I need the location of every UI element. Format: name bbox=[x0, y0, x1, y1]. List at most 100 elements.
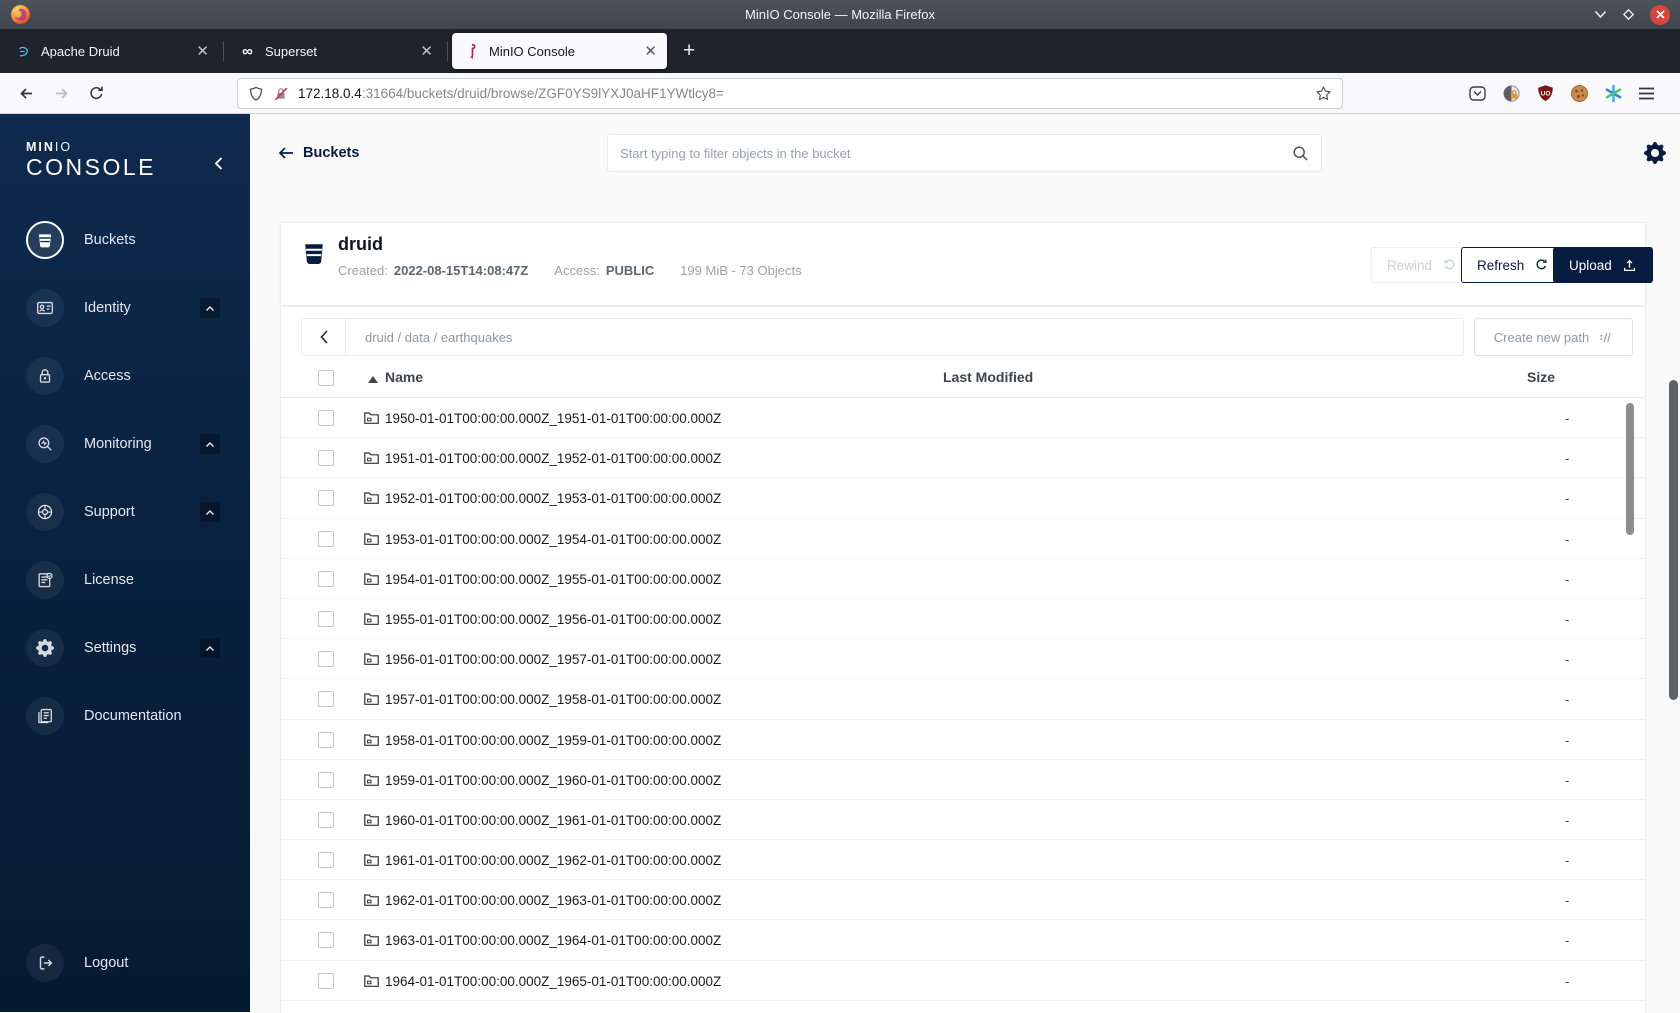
table-row[interactable]: 1964-01-01T00:00:00.000Z_1965-01-01T00:0… bbox=[281, 960, 1645, 1001]
table-row[interactable]: 1958-01-01T00:00:00.000Z_1959-01-01T00:0… bbox=[281, 719, 1645, 760]
sidebar-item-access[interactable]: Access bbox=[26, 356, 228, 396]
row-checkbox[interactable] bbox=[318, 651, 334, 668]
row-checkbox[interactable] bbox=[318, 610, 334, 627]
sidebar-collapse-icon[interactable] bbox=[213, 156, 224, 171]
row-checkbox[interactable] bbox=[318, 771, 334, 788]
hamburger-menu-icon[interactable] bbox=[1638, 86, 1655, 101]
new-tab-button[interactable]: + bbox=[683, 39, 695, 63]
object-name[interactable]: 1964-01-01T00:00:00.000Z_1965-01-01T00:0… bbox=[385, 974, 721, 989]
tab-close-icon[interactable]: ✕ bbox=[196, 44, 209, 59]
sidebar-item-monitoring[interactable]: Monitoring bbox=[26, 424, 228, 464]
window-close-icon[interactable] bbox=[1650, 4, 1670, 25]
table-row[interactable]: 1955-01-01T00:00:00.000Z_1956-01-01T00:0… bbox=[281, 598, 1645, 640]
object-name[interactable]: 1952-01-01T00:00:00.000Z_1953-01-01T00:0… bbox=[385, 491, 721, 506]
table-row[interactable]: 1953-01-01T00:00:00.000Z_1954-01-01T00:0… bbox=[281, 518, 1645, 559]
back-to-buckets-link[interactable]: Buckets bbox=[278, 145, 359, 161]
table-row[interactable]: 1962-01-01T00:00:00.000Z_1963-01-01T00:0… bbox=[281, 880, 1645, 921]
rewind-button[interactable]: Rewind bbox=[1371, 247, 1474, 283]
sparkle-extension-icon[interactable] bbox=[1604, 84, 1623, 103]
url-bar[interactable]: 172.18.0.4:31664/buckets/druid/browse/ZG… bbox=[237, 78, 1343, 109]
sidebar-item-identity[interactable]: Identity bbox=[26, 288, 228, 328]
object-name[interactable]: 1961-01-01T00:00:00.000Z_1962-01-01T00:0… bbox=[385, 853, 721, 868]
tab-superset[interactable]: ∞ Superset ✕ bbox=[228, 33, 443, 69]
pocket-extension-icon[interactable] bbox=[1468, 84, 1487, 103]
console-settings-gear-icon[interactable] bbox=[1644, 142, 1666, 164]
insecure-lock-icon[interactable] bbox=[273, 86, 289, 102]
row-checkbox[interactable] bbox=[318, 852, 334, 869]
row-checkbox[interactable] bbox=[318, 811, 334, 828]
table-row[interactable]: 1950-01-01T00:00:00.000Z_1951-01-01T00:0… bbox=[281, 398, 1645, 439]
upload-button[interactable]: Upload bbox=[1553, 247, 1653, 283]
row-checkbox[interactable] bbox=[318, 972, 334, 989]
row-checkbox[interactable] bbox=[318, 410, 334, 426]
cookie-extension-icon[interactable] bbox=[1570, 84, 1589, 103]
chevron-up-icon[interactable] bbox=[200, 434, 220, 454]
object-name[interactable]: 1963-01-01T00:00:00.000Z_1964-01-01T00:0… bbox=[385, 933, 721, 948]
row-checkbox[interactable] bbox=[318, 490, 334, 507]
path-back-chevron-icon[interactable] bbox=[302, 319, 346, 355]
sidebar-item-buckets[interactable]: Buckets bbox=[26, 220, 228, 260]
tab-close-icon[interactable]: ✕ bbox=[420, 44, 433, 59]
window-maximize-icon[interactable] bbox=[1622, 8, 1635, 21]
row-checkbox[interactable] bbox=[318, 570, 334, 587]
table-scrollbar-thumb[interactable] bbox=[1626, 403, 1634, 535]
back-button[interactable] bbox=[12, 79, 41, 108]
object-name[interactable]: 1953-01-01T00:00:00.000Z_1954-01-01T00:0… bbox=[385, 532, 721, 547]
create-new-path-button[interactable]: Create new path bbox=[1474, 318, 1633, 356]
object-filter-search[interactable] bbox=[607, 134, 1322, 172]
refresh-button[interactable]: Refresh bbox=[1461, 247, 1566, 283]
table-row[interactable]: 1963-01-01T00:00:00.000Z_1964-01-01T00:0… bbox=[281, 920, 1645, 961]
ublock-origin-extension-icon[interactable]: UO bbox=[1536, 84, 1555, 103]
column-size[interactable]: Size bbox=[1527, 369, 1555, 385]
row-checkbox[interactable] bbox=[318, 932, 334, 949]
search-input[interactable] bbox=[620, 145, 1292, 161]
window-minimize-icon[interactable] bbox=[1594, 10, 1607, 19]
url-text[interactable]: 172.18.0.4:31664/buckets/druid/browse/ZG… bbox=[298, 86, 1315, 101]
sidebar-item-logout[interactable]: Logout bbox=[26, 943, 228, 983]
row-checkbox[interactable] bbox=[318, 731, 334, 748]
select-all-checkbox[interactable] bbox=[318, 370, 334, 386]
object-name[interactable]: 1956-01-01T00:00:00.000Z_1957-01-01T00:0… bbox=[385, 652, 721, 667]
table-row[interactable]: 1952-01-01T00:00:00.000Z_1953-01-01T00:0… bbox=[281, 478, 1645, 519]
breadcrumb[interactable]: druid / data / earthquakes bbox=[365, 330, 512, 345]
object-name[interactable]: 1951-01-01T00:00:00.000Z_1952-01-01T00:0… bbox=[385, 451, 721, 466]
table-row[interactable]: 1959-01-01T00:00:00.000Z_1960-01-01T00:0… bbox=[281, 759, 1645, 800]
row-checkbox[interactable] bbox=[318, 691, 334, 708]
tab-minio-console[interactable]: MinIO Console ✕ bbox=[452, 33, 667, 69]
sidebar-item-documentation[interactable]: Documentation bbox=[26, 696, 228, 736]
column-last-modified[interactable]: Last Modified bbox=[943, 369, 1033, 385]
tab-close-icon[interactable]: ✕ bbox=[644, 44, 657, 59]
object-name[interactable]: 1950-01-01T00:00:00.000Z_1951-01-01T00:0… bbox=[385, 411, 721, 426]
row-checkbox[interactable] bbox=[318, 450, 334, 467]
object-name[interactable]: 1960-01-01T00:00:00.000Z_1961-01-01T00:0… bbox=[385, 813, 721, 828]
sidebar-item-support[interactable]: Support bbox=[26, 492, 228, 532]
sidebar-item-license[interactable]: License bbox=[26, 560, 228, 600]
object-name[interactable]: 1954-01-01T00:00:00.000Z_1955-01-01T00:0… bbox=[385, 572, 721, 587]
object-name[interactable]: 1957-01-01T00:00:00.000Z_1958-01-01T00:0… bbox=[385, 692, 721, 707]
table-row[interactable]: 1961-01-01T00:00:00.000Z_1962-01-01T00:0… bbox=[281, 840, 1645, 881]
bookmark-star-icon[interactable] bbox=[1315, 85, 1332, 102]
column-name[interactable]: Name bbox=[385, 369, 423, 385]
sort-ascending-icon[interactable] bbox=[368, 376, 378, 383]
tracking-shield-icon[interactable] bbox=[248, 86, 264, 102]
object-name[interactable]: 1958-01-01T00:00:00.000Z_1959-01-01T00:0… bbox=[385, 733, 721, 748]
reload-button[interactable] bbox=[82, 79, 111, 108]
table-row[interactable]: 1956-01-01T00:00:00.000Z_1957-01-01T00:0… bbox=[281, 639, 1645, 680]
table-row[interactable]: 1960-01-01T00:00:00.000Z_1961-01-01T00:0… bbox=[281, 799, 1645, 841]
chevron-up-icon[interactable] bbox=[200, 502, 220, 522]
object-name[interactable]: 1959-01-01T00:00:00.000Z_1960-01-01T00:0… bbox=[385, 773, 721, 788]
row-checkbox[interactable] bbox=[318, 530, 334, 547]
table-row[interactable]: 1957-01-01T00:00:00.000Z_1958-01-01T00:0… bbox=[281, 679, 1645, 720]
browser-scrollbar-thumb[interactable] bbox=[1669, 380, 1678, 700]
proxy-extension-icon[interactable] bbox=[1502, 84, 1521, 103]
table-row[interactable]: 1954-01-01T00:00:00.000Z_1955-01-01T00:0… bbox=[281, 558, 1645, 599]
chevron-up-icon[interactable] bbox=[200, 298, 220, 318]
sidebar-item-settings[interactable]: Settings bbox=[26, 628, 228, 668]
forward-button[interactable] bbox=[47, 79, 76, 108]
object-name[interactable]: 1962-01-01T00:00:00.000Z_1963-01-01T00:0… bbox=[385, 893, 721, 908]
row-checkbox[interactable] bbox=[318, 892, 334, 909]
chevron-up-icon[interactable] bbox=[200, 638, 220, 658]
tab-apache-druid[interactable]: Apache Druid ✕ bbox=[4, 33, 219, 69]
table-row[interactable]: 1951-01-01T00:00:00.000Z_1952-01-01T00:0… bbox=[281, 438, 1645, 479]
object-name[interactable]: 1955-01-01T00:00:00.000Z_1956-01-01T00:0… bbox=[385, 612, 721, 627]
